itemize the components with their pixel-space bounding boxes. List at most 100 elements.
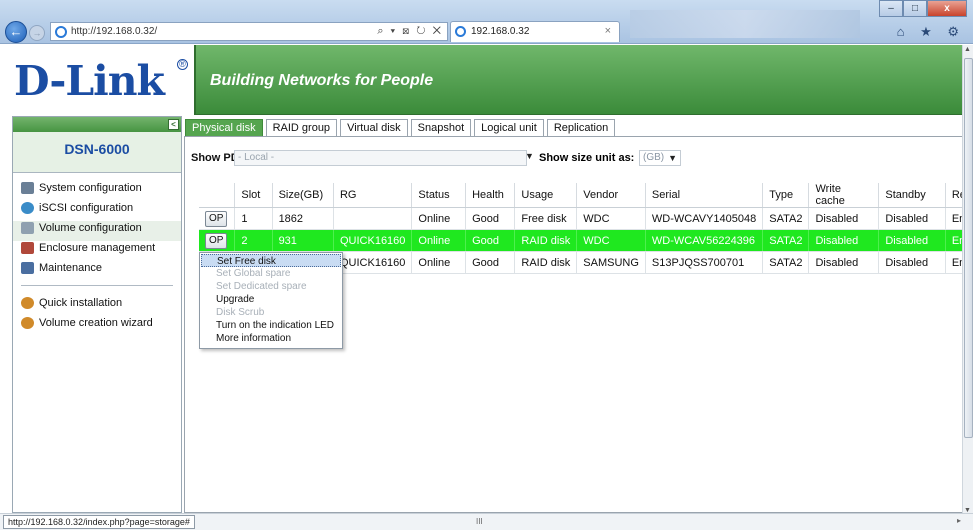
home-favorites-tools-icons[interactable]: ⌂ ★ ⚙ <box>897 24 965 40</box>
install-icon <box>21 297 34 309</box>
write-cache-cell: Disabled <box>808 229 880 252</box>
op-context-menu: Set Free disk Set Global spare Set Dedic… <box>199 252 343 349</box>
scroll-right-icon[interactable]: ▸ <box>957 516 961 525</box>
op-button[interactable]: OP <box>205 232 228 249</box>
monitor-icon <box>21 182 34 194</box>
menu-item-more-information[interactable]: More information <box>200 332 342 345</box>
col-type: Type <box>762 183 810 208</box>
minimize-button[interactable]: – <box>879 0 903 17</box>
vertical-scrollbar[interactable]: ▲ ▼ <box>962 45 973 515</box>
horizontal-scroll-grip[interactable]: III <box>476 517 483 526</box>
enclosure-icon <box>21 242 34 254</box>
logo-box: D-Link ® <box>0 45 196 115</box>
maximize-button[interactable]: □ <box>903 0 927 17</box>
sidebar-item-label: System configuration <box>39 182 142 194</box>
tab-replication[interactable]: Replication <box>546 119 616 136</box>
usage-cell: Free disk <box>514 207 578 230</box>
header-banner: D-Link ® Building Networks for People <box>0 45 962 115</box>
slot-cell: 2 <box>234 229 273 252</box>
col-serial: Serial <box>645 183 764 208</box>
ie-icon <box>55 26 67 38</box>
sidebar-item-volume-creation-wizard[interactable]: Volume creation wizard <box>13 316 181 336</box>
vendor-cell: WDC <box>576 229 646 252</box>
serial-cell: WD-WCAVY1405048 <box>645 207 764 230</box>
back-button[interactable]: ← <box>5 21 27 43</box>
op-cell: OP <box>199 207 236 230</box>
sidebar-item-label: Quick installation <box>39 297 123 309</box>
col-status: Status <box>411 183 467 208</box>
sidebar-divider <box>21 285 173 286</box>
sidebar-item-label: Enclosure management <box>39 242 156 254</box>
size-unit-label: Show size unit as: <box>539 152 635 164</box>
size-unit-select[interactable]: (GB) ▼ <box>639 150 681 166</box>
sidebar-item-enclosure-management[interactable]: Enclosure management <box>13 241 181 261</box>
standby-cell: Disabled <box>878 251 946 274</box>
menu-item-set-dedicated-spare: Set Dedicated spare <box>216 281 307 292</box>
sidebar-item-volume-configuration[interactable]: Volume configuration <box>13 221 181 241</box>
table-row[interactable]: OP 1 1862 Online Good Free disk WDC WD-W… <box>199 207 962 230</box>
close-button[interactable]: x <box>927 0 967 17</box>
scroll-thumb[interactable] <box>964 58 973 438</box>
table-row[interactable]: OP 2 931 QUICK16160 Online Good RAID dis… <box>199 229 962 252</box>
menu-item-upgrade[interactable]: Upgrade <box>200 293 342 306</box>
tab-raid-group[interactable]: RAID group <box>265 119 338 136</box>
dropdown-arrow-icon[interactable]: ▼ <box>525 151 534 161</box>
show-pd-select[interactable]: - Local - <box>234 150 527 166</box>
tab-snapshot[interactable]: Snapshot <box>410 119 472 136</box>
type-cell: SATA2 <box>762 229 810 252</box>
slot-cell: 1 <box>234 207 273 230</box>
sidebar-item-iscsi-configuration[interactable]: iSCSI configuration <box>13 201 181 221</box>
tab-virtual-disk[interactable]: Virtual disk <box>340 119 408 136</box>
status-cell: Online <box>411 251 467 274</box>
sidebar-item-label: Maintenance <box>39 262 102 274</box>
tab-close-icon[interactable]: × <box>605 25 611 37</box>
col-vendor: Vendor <box>576 183 646 208</box>
sidebar-item-label: Volume configuration <box>39 222 142 234</box>
menu-item-disk-scrub: Disk Scrub <box>216 307 265 318</box>
col-size: Size(GB) <box>272 183 334 208</box>
read-ahead-cell: Ena <box>945 229 962 252</box>
forward-button[interactable]: → <box>29 25 45 41</box>
disk-icon <box>21 222 34 234</box>
sidebar-header: < <box>13 117 181 132</box>
browser-tab[interactable]: 192.168.0.32 × <box>450 21 620 42</box>
menu-item-set-free-disk[interactable]: Set Free disk <box>201 254 341 267</box>
serial-cell: WD-WCAV56224396 <box>645 229 764 252</box>
status-url: http://192.168.0.32/index.php?page=stora… <box>3 515 195 529</box>
sidebar-item-maintenance[interactable]: Maintenance <box>13 261 181 281</box>
rg-cell <box>333 207 413 230</box>
size-cell: 1862 <box>272 207 334 230</box>
sidebar-collapse-button[interactable]: < <box>168 119 179 130</box>
op-button[interactable]: OP <box>205 210 228 227</box>
standby-cell: Disabled <box>878 207 946 230</box>
sidebar-item-label: iSCSI configuration <box>39 202 134 214</box>
health-cell: Good <box>465 207 516 230</box>
type-cell: SATA2 <box>762 251 810 274</box>
tab-logical-unit[interactable]: Logical unit <box>474 119 544 136</box>
scroll-up-icon[interactable]: ▲ <box>964 46 971 53</box>
col-op <box>199 183 236 208</box>
sidebar: < DSN-6000 System configuration iSCSI co… <box>12 116 182 513</box>
sidebar-item-label: Volume creation wizard <box>39 317 153 329</box>
menu-item-indication-led[interactable]: Turn on the indication LED <box>200 319 342 332</box>
col-write-cache: Write cache <box>808 183 880 208</box>
write-cache-cell: Disabled <box>808 251 880 274</box>
sidebar-item-system-configuration[interactable]: System configuration <box>13 181 181 201</box>
registered-mark: ® <box>177 59 188 70</box>
address-tools[interactable]: ⌕ ▾ ⊠ ↻ ✕ <box>377 25 443 38</box>
ie-icon <box>455 26 466 37</box>
address-url: http://192.168.0.32/ <box>71 26 158 37</box>
wrench-icon <box>21 262 34 274</box>
menu-item-set-global-spare: Set Global spare <box>216 268 291 279</box>
read-ahead-cell: Ena <box>945 207 962 230</box>
write-cache-cell: Disabled <box>808 207 880 230</box>
tab-physical-disk[interactable]: Physical disk <box>185 119 263 136</box>
wizard-icon <box>21 317 34 329</box>
usage-cell: RAID disk <box>514 229 578 252</box>
dlink-logo: D-Link <box>14 57 165 105</box>
status-cell: Online <box>411 229 467 252</box>
health-cell: Good <box>465 251 516 274</box>
usage-cell: RAID disk <box>514 251 578 274</box>
address-bar[interactable]: http://192.168.0.32/ ⌕ ▾ ⊠ ↻ ✕ <box>50 22 448 41</box>
sidebar-item-quick-installation[interactable]: Quick installation <box>13 296 181 316</box>
